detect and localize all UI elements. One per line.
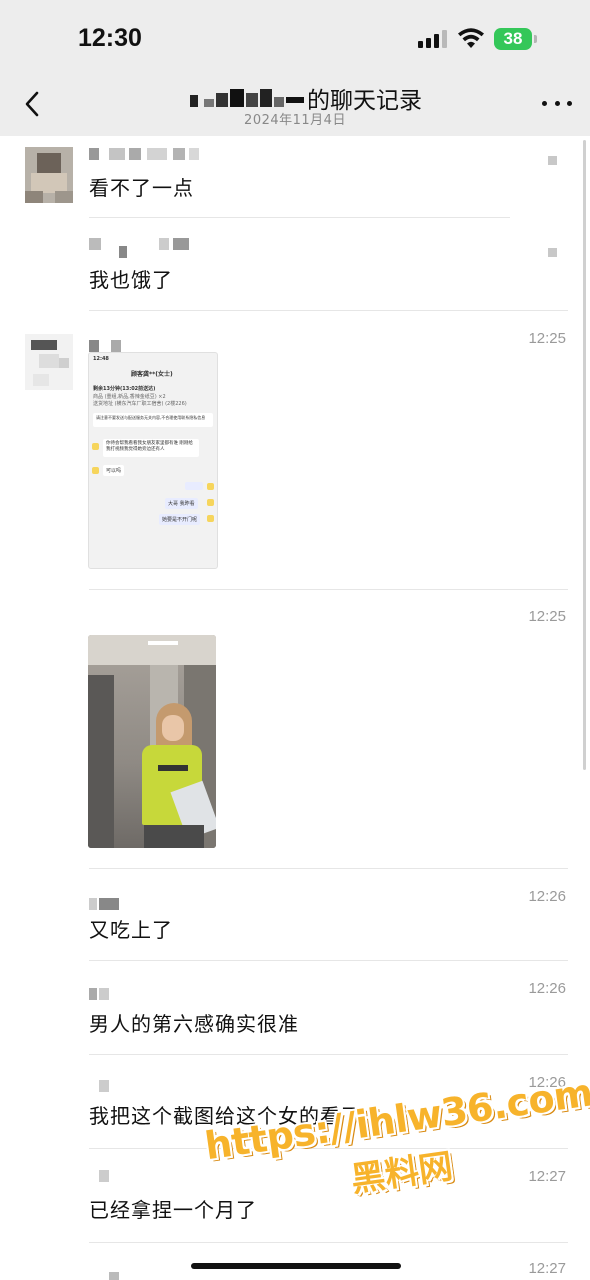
signal-icon xyxy=(418,30,448,48)
divider xyxy=(89,868,568,869)
thumb-notice: 请注意不要发送与配送服务无关内容,不合理使用联系隐私信息 xyxy=(93,413,213,427)
home-indicator[interactable] xyxy=(191,1263,401,1269)
message-time: 12:25 xyxy=(528,330,566,347)
message-time: 12:27 xyxy=(528,1260,566,1277)
status-bar: 12:30 38 xyxy=(0,0,590,80)
thumb-row: 剩余13分钟(13:02前送达) xyxy=(93,386,156,392)
sender-name xyxy=(89,238,229,258)
status-time: 12:30 xyxy=(78,24,142,52)
thumb-bubble: 可以吗 xyxy=(103,465,125,476)
scroll-indicator[interactable] xyxy=(583,140,586,770)
message-text[interactable]: 男人的第六感确实很准 xyxy=(89,1008,299,1037)
screenshot-thumbnail[interactable]: 12:48 顾客龚**(女士) 剩余13分钟(13:02前送达) 商品 (重组,… xyxy=(88,352,218,569)
divider xyxy=(89,1242,568,1243)
nav-bar: 的聊天记录 2024年11月4日 xyxy=(0,80,590,136)
divider xyxy=(89,589,568,590)
divider xyxy=(89,217,510,218)
sender-name xyxy=(89,988,229,1002)
sender-name xyxy=(89,1080,229,1094)
thumb-bubble: 你待会帮我看看我女朋友家里都有谁 刚刚给我打视频我觉得她旁边还有人 xyxy=(103,439,199,457)
message-row: 12:26 男人的第六感确实很准 xyxy=(0,962,590,1056)
redacted-mark xyxy=(548,156,557,165)
thumb-row: 送货地址 (横东汽车厂职工宿舍) (2楼226) xyxy=(93,401,187,407)
thumb-contact: 顾客龚**(女士) xyxy=(131,371,173,378)
thumb-bubble: 大哥 我昨看 xyxy=(165,498,198,509)
message-row: 12:26 又吃上了 xyxy=(0,870,590,962)
thumb-row: 商品 (重组,新品,香辣金纸豆) ×2 xyxy=(93,394,166,400)
thumb-bubble: 她要是不开门呢 xyxy=(159,514,201,525)
more-button[interactable] xyxy=(542,98,572,108)
thumb-status-time: 12:48 xyxy=(93,356,109,362)
thumb-avatar xyxy=(207,483,214,490)
divider xyxy=(89,310,568,311)
message-time: 12:26 xyxy=(528,980,566,997)
thumb-avatar xyxy=(207,499,214,506)
message-time: 12:26 xyxy=(528,888,566,905)
message-text[interactable]: 我也饿了 xyxy=(89,264,173,293)
avatar[interactable] xyxy=(25,334,73,390)
message-text[interactable]: 看不了一点 xyxy=(89,172,194,201)
redacted-name xyxy=(190,87,305,109)
thumb-avatar xyxy=(207,515,214,522)
wifi-icon xyxy=(458,28,484,48)
thumb-avatar xyxy=(92,443,99,450)
message-row: 我也饿了 xyxy=(0,220,590,311)
message-time: 12:27 xyxy=(528,1168,566,1185)
photo-thumbnail[interactable] xyxy=(88,635,216,848)
page-subtitle: 2024年11月4日 xyxy=(244,113,346,128)
more-dots-icon xyxy=(542,100,547,106)
message-time: 12:25 xyxy=(528,608,566,625)
message-text[interactable]: 又吃上了 xyxy=(89,914,173,943)
divider xyxy=(89,960,568,961)
sender-name xyxy=(89,898,229,912)
message-row: 12:27 xyxy=(0,1244,590,1280)
sender-name xyxy=(89,148,229,162)
message-row: 看不了一点 xyxy=(0,140,590,220)
avatar[interactable] xyxy=(25,147,73,203)
thumb-bubble xyxy=(185,482,203,490)
redacted-mark xyxy=(548,248,557,257)
thumb-avatar xyxy=(92,467,99,474)
battery-icon: 38 xyxy=(494,28,537,50)
sender-name xyxy=(89,1272,229,1280)
